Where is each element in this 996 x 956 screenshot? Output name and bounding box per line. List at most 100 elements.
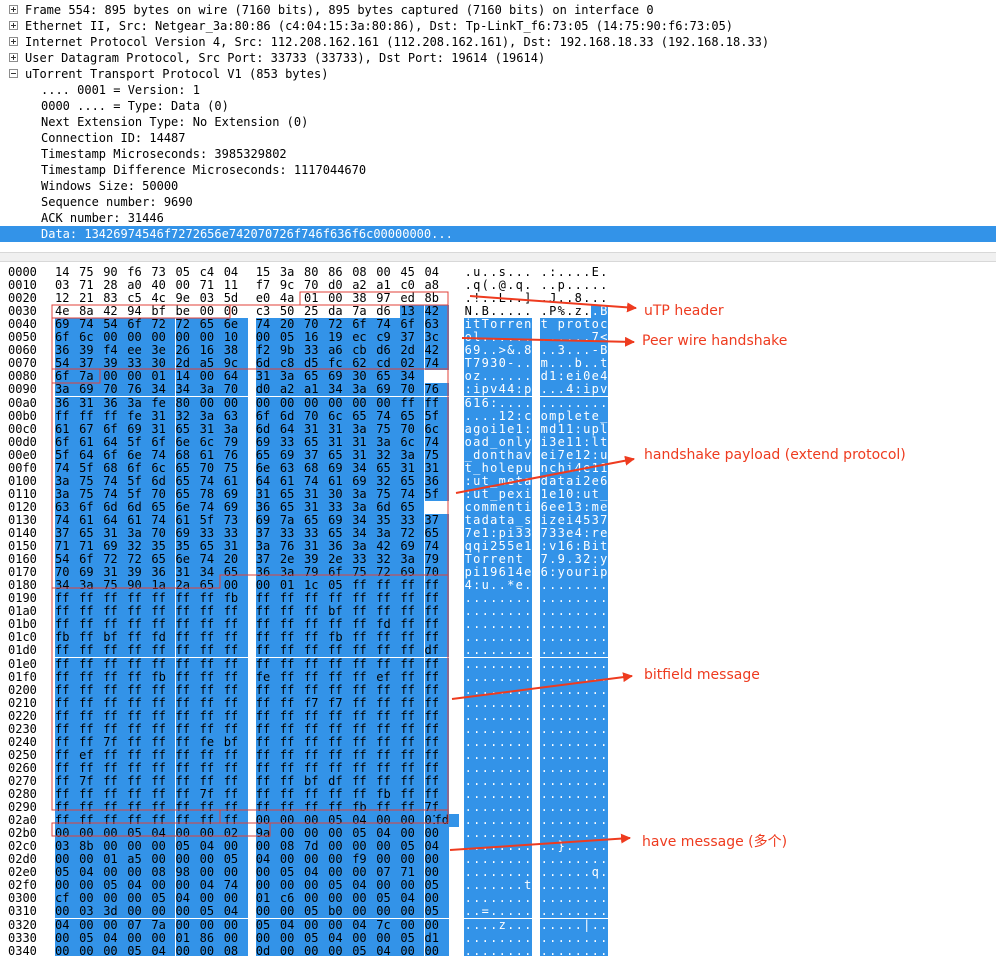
- packet-bytes-pane[interactable]: 0000 14 75 90 f6 73 05 c4 04 15 3a 80 86 08 00 45 04. u..…: [0, 262, 996, 956]
- ascii-char[interactable]: .: [582, 657, 591, 671]
- ascii-char[interactable]: m: [591, 500, 600, 514]
- ascii-char[interactable]: e: [506, 461, 515, 475]
- ascii-char[interactable]: -: [591, 344, 600, 358]
- hex-byte[interactable]: ff: [199, 657, 224, 671]
- ascii-char[interactable]: 1: [540, 487, 549, 501]
- hex-byte[interactable]: 00: [175, 879, 200, 893]
- hex-byte[interactable]: ff: [79, 761, 104, 775]
- hex-byte[interactable]: 3a: [352, 422, 377, 436]
- ascii-char[interactable]: d: [540, 370, 549, 384]
- ascii-char[interactable]: n: [506, 553, 515, 567]
- hex-byte[interactable]: a5: [199, 357, 224, 371]
- details-row[interactable]: Windows Size: 50000: [0, 178, 996, 194]
- ascii-char[interactable]: .: [472, 905, 481, 919]
- hex-byte[interactable]: 01: [151, 370, 176, 384]
- ascii-char[interactable]: .: [591, 801, 600, 815]
- hex-byte[interactable]: ff: [352, 709, 377, 723]
- ascii-char[interactable]: .: [481, 748, 490, 762]
- ascii-char[interactable]: 1: [574, 448, 583, 462]
- hex-byte[interactable]: ff: [127, 801, 152, 815]
- ascii-char[interactable]: .: [523, 931, 532, 945]
- hex-byte[interactable]: 74: [400, 487, 425, 501]
- ascii-char[interactable]: .: [548, 553, 557, 567]
- hex-byte[interactable]: ff: [424, 722, 449, 736]
- hex-byte[interactable]: ff: [352, 683, 377, 697]
- hex-byte[interactable]: ff: [151, 696, 176, 710]
- hex-row[interactable]: 0060 36 39 f4 ee 3e 26 16 38 f2 9b 33 a6 cb d6 2d 42 6 9..…: [0, 344, 996, 358]
- hex-byte[interactable]: 65: [304, 513, 328, 527]
- hex-byte[interactable]: ff: [279, 735, 304, 749]
- ascii-char[interactable]: u: [481, 579, 490, 593]
- hex-byte[interactable]: ff: [255, 709, 280, 723]
- hex-byte[interactable]: 72: [151, 318, 176, 332]
- ascii-char[interactable]: .: [523, 683, 532, 697]
- hex-byte[interactable]: ff: [279, 644, 304, 658]
- ascii-char[interactable]: .: [582, 357, 591, 371]
- ascii-char[interactable]: .: [515, 774, 524, 788]
- hex-byte[interactable]: 21: [79, 292, 103, 305]
- hex-byte[interactable]: 05: [127, 827, 152, 841]
- ascii-char[interactable]: u: [599, 448, 608, 462]
- hex-byte[interactable]: fc: [328, 357, 353, 371]
- ascii-char[interactable]: .: [599, 788, 608, 801]
- hex-byte[interactable]: 01: [304, 292, 328, 305]
- hex-byte[interactable]: 69: [328, 513, 353, 527]
- ascii-char[interactable]: .: [489, 827, 498, 841]
- ascii-char[interactable]: _: [599, 487, 608, 501]
- hex-byte[interactable]: 34: [352, 527, 377, 540]
- hex-byte[interactable]: ff: [376, 722, 401, 736]
- details-row[interactable]: Next Extension Type: No Extension (0): [0, 114, 996, 130]
- ascii-char[interactable]: m: [540, 357, 549, 371]
- hex-byte[interactable]: 2a: [175, 579, 200, 593]
- hex-byte[interactable]: ff: [55, 735, 79, 749]
- ascii-char[interactable]: .: [548, 592, 557, 606]
- hex-byte[interactable]: ff: [79, 722, 104, 736]
- ascii-char[interactable]: 3: [548, 435, 557, 449]
- ascii-char[interactable]: .: [540, 944, 549, 956]
- ascii-char[interactable]: .: [548, 722, 557, 736]
- hex-byte[interactable]: ff: [127, 618, 152, 632]
- hex-byte[interactable]: ff: [255, 748, 280, 762]
- hex-byte[interactable]: 34: [199, 566, 224, 580]
- hex-byte[interactable]: ff: [175, 631, 200, 645]
- hex-byte[interactable]: 08: [279, 840, 304, 854]
- hex-row[interactable]: 0260 ff ff ff ff ff ff ff ff ff ff ff ff ff ff ff ff....…: [0, 761, 996, 775]
- hex-byte[interactable]: 6f: [127, 318, 152, 332]
- ascii-char[interactable]: o: [464, 435, 473, 449]
- hex-byte[interactable]: 6d: [127, 500, 152, 514]
- ascii-char[interactable]: i: [565, 513, 574, 527]
- hex-byte[interactable]: ff: [151, 618, 176, 632]
- ascii-char[interactable]: e: [548, 500, 557, 514]
- hex-row[interactable]: 01b0 ff ff ff ff ff ff ff ff ff ff ff ff ff fd ff ff....…: [0, 618, 996, 632]
- hex-row[interactable]: 0340 00 00 00 05 04 00 00 08 0d 00 00 00 05 04 00 00....…: [0, 944, 996, 956]
- ascii-char[interactable]: .: [481, 866, 490, 880]
- hex-byte[interactable]: ff: [55, 788, 79, 801]
- ascii-char[interactable]: .: [557, 579, 566, 593]
- hex-byte[interactable]: ff: [255, 801, 280, 815]
- hex-byte[interactable]: 6f: [255, 409, 280, 423]
- hex-byte[interactable]: 61: [55, 422, 79, 436]
- hex-byte[interactable]: 7f: [103, 735, 128, 749]
- hex-byte[interactable]: ff: [175, 735, 200, 749]
- hex-byte[interactable]: bf: [328, 605, 353, 619]
- hex-byte[interactable]: 69: [79, 566, 104, 580]
- hex-byte[interactable]: 6f: [55, 435, 79, 449]
- ascii-char[interactable]: .: [489, 370, 498, 384]
- hex-row[interactable]: 02b0 00 00 00 05 04 00 00 02 9a 00 00 00 05 04 00 00....…: [0, 827, 996, 841]
- ascii-char[interactable]: .: [472, 944, 481, 956]
- ascii-char[interactable]: .: [557, 944, 566, 956]
- details-row[interactable]: 0000 .... = Type: Data (0): [0, 98, 996, 114]
- ascii-char[interactable]: .: [566, 266, 575, 279]
- hex-row[interactable]: 0180 34 3a 75 90 1a 2a 65 00 00 01 1c 05 ff ff ff ff 4: u.…: [0, 579, 996, 593]
- ascii-char[interactable]: .: [523, 331, 532, 345]
- ascii-char[interactable]: .: [506, 370, 515, 384]
- ascii-char[interactable]: .: [498, 879, 507, 893]
- ascii-char[interactable]: 6: [464, 344, 473, 358]
- hex-byte[interactable]: 3a: [199, 383, 224, 397]
- ascii-char[interactable]: .: [565, 696, 574, 710]
- hex-byte[interactable]: 71: [200, 279, 224, 292]
- ascii-char[interactable]: .: [464, 853, 473, 867]
- hex-byte[interactable]: 00: [424, 866, 449, 880]
- hex-byte[interactable]: 6f: [79, 553, 104, 567]
- hex-byte[interactable]: ff: [175, 814, 200, 828]
